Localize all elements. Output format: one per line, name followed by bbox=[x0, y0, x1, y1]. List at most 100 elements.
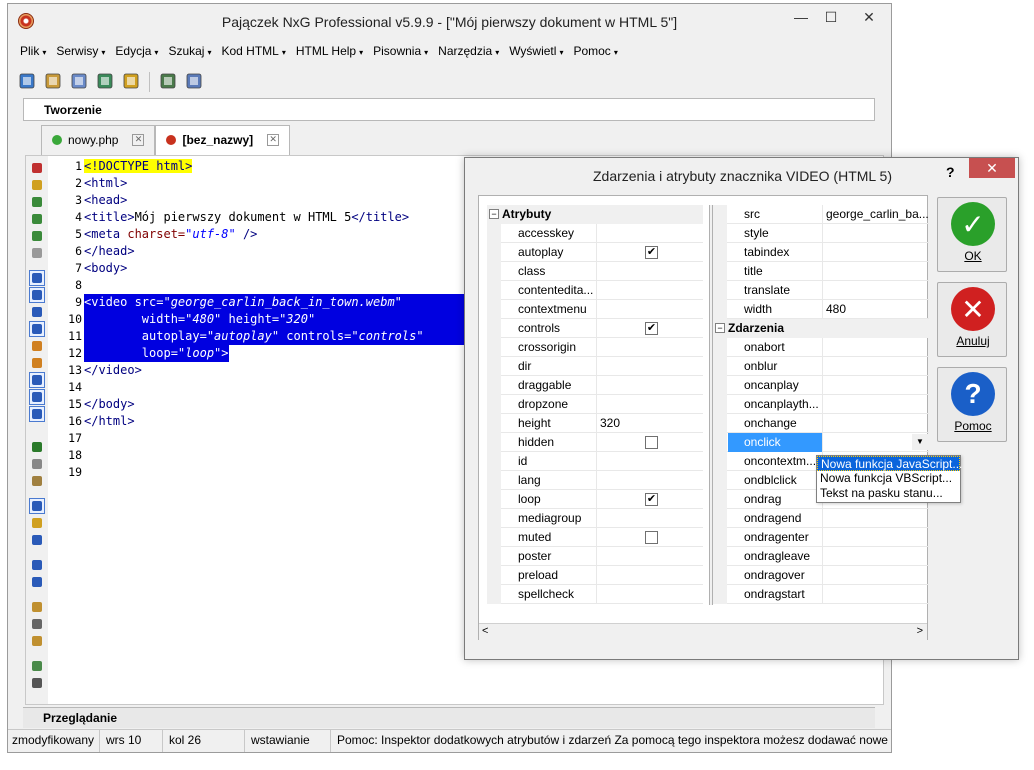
property-row[interactable]: ondragend bbox=[713, 509, 929, 528]
property-checkbox[interactable]: ✔ bbox=[645, 246, 658, 259]
property-row[interactable]: onblur bbox=[713, 357, 929, 376]
menu-pisownia[interactable]: Pisownia ▾ bbox=[368, 41, 433, 63]
comment-icon[interactable] bbox=[29, 321, 45, 337]
hourglass-icon[interactable] bbox=[29, 194, 45, 210]
paragraph-icon[interactable] bbox=[29, 304, 45, 320]
tag-yellow-icon[interactable] bbox=[29, 515, 45, 531]
property-row[interactable]: contentedita... bbox=[487, 281, 703, 300]
property-value[interactable] bbox=[824, 376, 929, 395]
property-value[interactable] bbox=[598, 509, 703, 528]
replace-icon[interactable] bbox=[29, 355, 45, 371]
property-row[interactable]: dir bbox=[487, 357, 703, 376]
collapse-icon[interactable]: − bbox=[715, 323, 725, 333]
property-value[interactable] bbox=[598, 547, 703, 566]
property-row[interactable]: ondragstart bbox=[713, 585, 929, 604]
property-value[interactable]: ✔ bbox=[598, 490, 703, 509]
menu-item-new-javascript-function[interactable]: Nowa funkcja JavaScript... bbox=[817, 456, 962, 471]
property-value[interactable] bbox=[824, 414, 929, 433]
spell-check-2-icon[interactable] bbox=[29, 406, 45, 422]
group-header-preview[interactable]: Przeglądanie bbox=[23, 707, 875, 728]
close-button[interactable]: ✕ bbox=[846, 4, 892, 32]
property-row[interactable]: spellcheck bbox=[487, 585, 703, 604]
property-value[interactable] bbox=[598, 281, 703, 300]
cut-icon[interactable] bbox=[29, 160, 45, 176]
property-row[interactable]: dropzone bbox=[487, 395, 703, 414]
property-value[interactable] bbox=[598, 452, 703, 471]
menu-item-statusbar-text[interactable]: Tekst na pasku stanu... bbox=[817, 486, 960, 501]
property-row[interactable]: tabindex bbox=[713, 243, 929, 262]
tab-nowy-php[interactable]: nowy.php ✕ bbox=[41, 125, 156, 155]
property-value[interactable] bbox=[598, 471, 703, 490]
property-row[interactable]: width 480 bbox=[713, 300, 929, 319]
paste-icon[interactable] bbox=[29, 177, 45, 193]
menu-serwisy[interactable]: Serwisy ▾ bbox=[51, 41, 110, 63]
property-row[interactable]: muted bbox=[487, 528, 703, 547]
dropdown-arrow-icon[interactable]: ▼ bbox=[912, 434, 928, 450]
arrow-right-icon[interactable] bbox=[29, 557, 45, 573]
down-arrow-icon[interactable] bbox=[29, 228, 45, 244]
cancel-button[interactable]: ✕ Anuluj bbox=[937, 282, 1007, 357]
property-row[interactable]: hidden bbox=[487, 433, 703, 452]
toolbar-button[interactable] bbox=[42, 71, 64, 93]
arrow-left-icon[interactable] bbox=[29, 574, 45, 590]
zoom-icon[interactable] bbox=[29, 675, 45, 691]
property-value[interactable] bbox=[598, 224, 703, 243]
property-row[interactable]: ondragenter bbox=[713, 528, 929, 547]
property-row[interactable]: preload bbox=[487, 566, 703, 585]
property-value[interactable] bbox=[598, 300, 703, 319]
help-button[interactable]: ? Pomoc bbox=[937, 367, 1007, 442]
menu-narzędzia[interactable]: Narzędzia ▾ bbox=[433, 41, 504, 63]
block-icon[interactable] bbox=[29, 287, 45, 303]
property-row[interactable]: oncanplay bbox=[713, 376, 929, 395]
property-value[interactable] bbox=[824, 547, 929, 566]
bracket-icon[interactable] bbox=[29, 372, 45, 388]
up-arrow-icon[interactable] bbox=[29, 211, 45, 227]
property-value[interactable]: 480 bbox=[824, 300, 929, 319]
menu-kod-html[interactable]: Kod HTML ▾ bbox=[216, 41, 290, 63]
property-value[interactable]: george_carlin_ba... bbox=[824, 205, 929, 224]
property-checkbox[interactable]: ✔ bbox=[645, 493, 658, 506]
menu-edycja[interactable]: Edycja ▾ bbox=[110, 41, 163, 63]
indent-icon[interactable] bbox=[29, 270, 45, 286]
attributes-section-header[interactable]: − Atrybuty bbox=[487, 205, 703, 224]
book-icon[interactable] bbox=[29, 473, 45, 489]
property-row[interactable]: translate bbox=[713, 281, 929, 300]
maximize-button[interactable]: ☐ bbox=[817, 4, 845, 32]
property-value[interactable] bbox=[824, 528, 929, 547]
property-row[interactable]: crossorigin bbox=[487, 338, 703, 357]
property-value[interactable] bbox=[598, 528, 703, 547]
events-section-header[interactable]: − Zdarzenia bbox=[713, 319, 929, 338]
property-row[interactable]: onabort bbox=[713, 338, 929, 357]
menu-szukaj[interactable]: Szukaj ▾ bbox=[163, 41, 216, 63]
property-value[interactable] bbox=[824, 281, 929, 300]
scroll-right-icon[interactable]: > bbox=[917, 625, 923, 637]
edit-icon[interactable] bbox=[29, 439, 45, 455]
menu-pomoc[interactable]: Pomoc ▾ bbox=[568, 41, 622, 63]
property-row[interactable]: title bbox=[713, 262, 929, 281]
ok-button[interactable]: ✓ OK bbox=[937, 197, 1007, 272]
property-value[interactable] bbox=[824, 243, 929, 262]
property-row[interactable]: autoplay ✔ bbox=[487, 243, 703, 262]
property-value[interactable] bbox=[824, 338, 929, 357]
property-value[interactable] bbox=[824, 357, 929, 376]
property-value[interactable] bbox=[598, 376, 703, 395]
pencil-icon[interactable] bbox=[29, 633, 45, 649]
property-value[interactable] bbox=[824, 395, 929, 414]
list-icon[interactable] bbox=[29, 456, 45, 472]
horizontal-scrollbar[interactable]: < > bbox=[479, 623, 927, 640]
search-icon[interactable] bbox=[29, 338, 45, 354]
property-value[interactable] bbox=[598, 585, 703, 604]
property-row[interactable]: controls ✔ bbox=[487, 319, 703, 338]
property-value[interactable]: ▼ bbox=[824, 433, 929, 452]
property-row[interactable]: style bbox=[713, 224, 929, 243]
menu-item-new-vbscript-function[interactable]: Nowa funkcja VBScript... bbox=[817, 471, 960, 486]
toolbar-button[interactable] bbox=[94, 71, 116, 93]
scroll-left-icon[interactable]: < bbox=[482, 625, 488, 637]
property-row[interactable]: onclick ▼ bbox=[713, 433, 929, 452]
tag-icon[interactable] bbox=[29, 498, 45, 514]
property-value[interactable]: ✔ bbox=[598, 319, 703, 338]
property-checkbox[interactable] bbox=[645, 436, 658, 449]
toolbar-button[interactable] bbox=[157, 71, 179, 93]
property-row[interactable]: class bbox=[487, 262, 703, 281]
toolbar-button[interactable] bbox=[68, 71, 90, 93]
